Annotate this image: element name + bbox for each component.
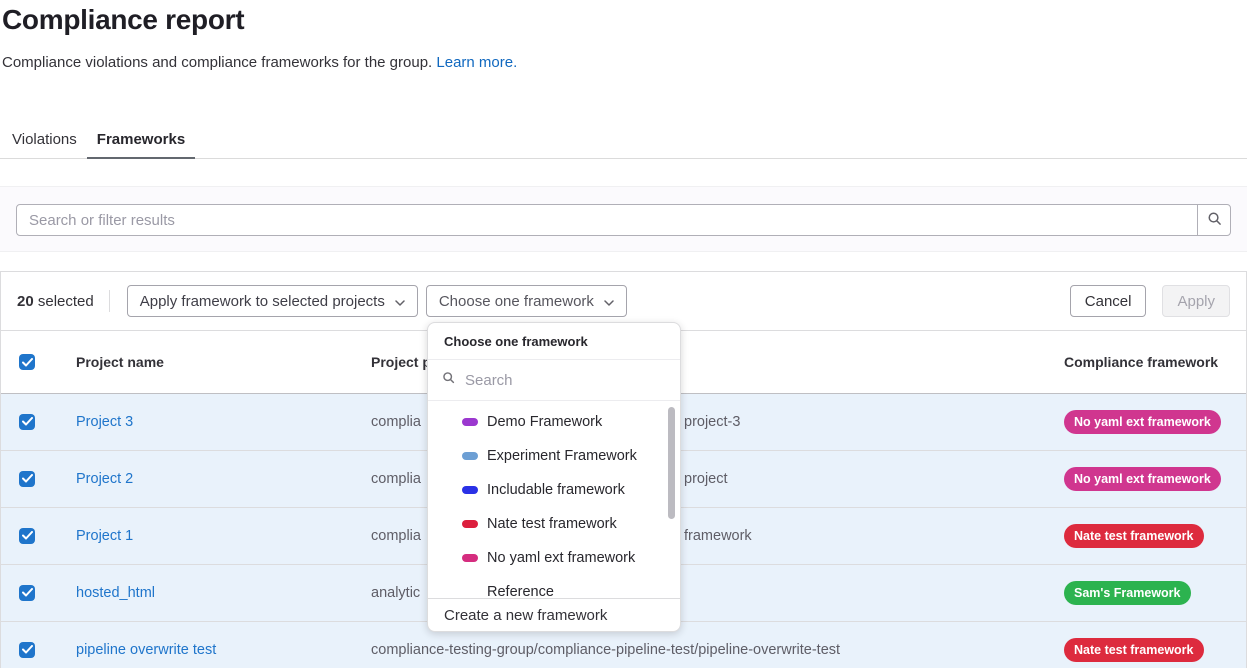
project-path: compliance-testing-group/compliance-pipe… bbox=[371, 642, 1064, 658]
search-icon bbox=[442, 371, 455, 389]
row-checkbox[interactable] bbox=[19, 642, 35, 658]
page-title: Compliance report bbox=[2, 4, 244, 36]
divider bbox=[109, 290, 110, 312]
choose-framework-dropdown[interactable]: Choose one framework bbox=[426, 285, 627, 317]
framework-color-pill bbox=[462, 418, 478, 426]
framework-badge: No yaml ext framework bbox=[1064, 410, 1221, 434]
bulk-action-dropdown[interactable]: Apply framework to selected projects bbox=[127, 285, 418, 317]
chevron-down-icon bbox=[395, 293, 405, 310]
project-path-left: complia bbox=[371, 414, 421, 430]
framework-option[interactable]: Reference bbox=[428, 575, 680, 598]
framework-option-label: Reference bbox=[487, 584, 554, 598]
framework-option[interactable]: Includable framework bbox=[428, 473, 680, 507]
framework-options-list: Demo Framework Experiment Framework Incl… bbox=[428, 401, 680, 598]
project-link[interactable]: Project 3 bbox=[76, 414, 371, 430]
learn-more-link[interactable]: Learn more. bbox=[436, 54, 517, 71]
project-link[interactable]: hosted_html bbox=[76, 585, 371, 601]
check-icon bbox=[22, 527, 33, 545]
framework-badge: Nate test framework bbox=[1064, 524, 1204, 548]
project-path-right: project bbox=[684, 471, 728, 487]
project-link[interactable]: Project 1 bbox=[76, 528, 371, 544]
framework-color-pill bbox=[462, 520, 478, 528]
row-checkbox[interactable] bbox=[19, 528, 35, 544]
project-path-left: compliance-testing-group/compliance-pipe… bbox=[371, 642, 840, 658]
framework-badge: Sam's Framework bbox=[1064, 581, 1191, 605]
choose-framework-label: Choose one framework bbox=[439, 293, 594, 310]
select-all-checkbox[interactable] bbox=[19, 354, 35, 370]
framework-option[interactable]: Nate test framework bbox=[428, 507, 680, 541]
framework-color-pill bbox=[462, 588, 478, 596]
selected-count-number: 20 bbox=[17, 293, 34, 310]
project-path-right: project-3 bbox=[684, 414, 740, 430]
check-icon bbox=[22, 413, 33, 431]
search-filter-box bbox=[16, 204, 1231, 236]
selected-count-label: selected bbox=[38, 293, 94, 310]
framework-color-pill bbox=[462, 486, 478, 494]
column-header-compliance-framework: Compliance framework bbox=[1064, 354, 1222, 370]
project-link[interactable]: pipeline overwrite test bbox=[76, 642, 371, 658]
framework-color-pill bbox=[462, 554, 478, 562]
framework-option-label: No yaml ext framework bbox=[487, 550, 635, 566]
project-path-right: framework bbox=[684, 528, 752, 544]
project-path-left: complia bbox=[371, 471, 421, 487]
dropdown-scrollbar[interactable] bbox=[668, 407, 675, 519]
search-button[interactable] bbox=[1197, 205, 1230, 235]
project-link[interactable]: Project 2 bbox=[76, 471, 371, 487]
cancel-button[interactable]: Cancel bbox=[1070, 285, 1147, 317]
tab-violations[interactable]: Violations bbox=[2, 122, 87, 158]
search-icon bbox=[1207, 211, 1222, 229]
framework-option-label: Includable framework bbox=[487, 482, 625, 498]
framework-option-label: Demo Framework bbox=[487, 414, 602, 430]
search-input[interactable] bbox=[17, 205, 1197, 235]
framework-badge: No yaml ext framework bbox=[1064, 467, 1221, 491]
framework-badge: Nate test framework bbox=[1064, 638, 1204, 662]
column-header-project-name: Project name bbox=[76, 354, 371, 370]
filter-bar bbox=[0, 186, 1247, 252]
dropdown-title: Choose one framework bbox=[428, 323, 680, 360]
page-description: Compliance violations and compliance fra… bbox=[2, 54, 517, 71]
row-checkbox[interactable] bbox=[19, 471, 35, 487]
report-tabs: Violations Frameworks bbox=[0, 122, 1247, 159]
framework-option[interactable]: Experiment Framework bbox=[428, 439, 680, 473]
framework-color-pill bbox=[462, 452, 478, 460]
framework-option[interactable]: Demo Framework bbox=[428, 405, 680, 439]
framework-option-label: Nate test framework bbox=[487, 516, 617, 532]
check-icon bbox=[22, 641, 33, 659]
dropdown-search bbox=[428, 360, 680, 401]
project-path-left: complia bbox=[371, 528, 421, 544]
framework-option-label: Experiment Framework bbox=[487, 448, 637, 464]
chevron-down-icon bbox=[604, 293, 614, 310]
tab-frameworks[interactable]: Frameworks bbox=[87, 122, 195, 158]
description-text: Compliance violations and compliance fra… bbox=[2, 54, 432, 71]
selected-count: 20 selected bbox=[17, 293, 94, 310]
framework-search-input[interactable] bbox=[465, 372, 666, 389]
row-checkbox[interactable] bbox=[19, 585, 35, 601]
row-checkbox[interactable] bbox=[19, 414, 35, 430]
framework-dropdown-panel: Choose one framework Demo Framework Expe… bbox=[427, 322, 681, 632]
create-framework-action[interactable]: Create a new framework bbox=[428, 598, 680, 631]
check-icon bbox=[22, 354, 33, 370]
check-icon bbox=[22, 584, 33, 602]
check-icon bbox=[22, 470, 33, 488]
framework-option[interactable]: No yaml ext framework bbox=[428, 541, 680, 575]
apply-button[interactable]: Apply bbox=[1162, 285, 1230, 317]
project-path-left: analytic bbox=[371, 585, 420, 601]
bulk-action-label: Apply framework to selected projects bbox=[140, 293, 385, 310]
compliance-report-page: Compliance report Compliance violations … bbox=[0, 0, 1247, 668]
